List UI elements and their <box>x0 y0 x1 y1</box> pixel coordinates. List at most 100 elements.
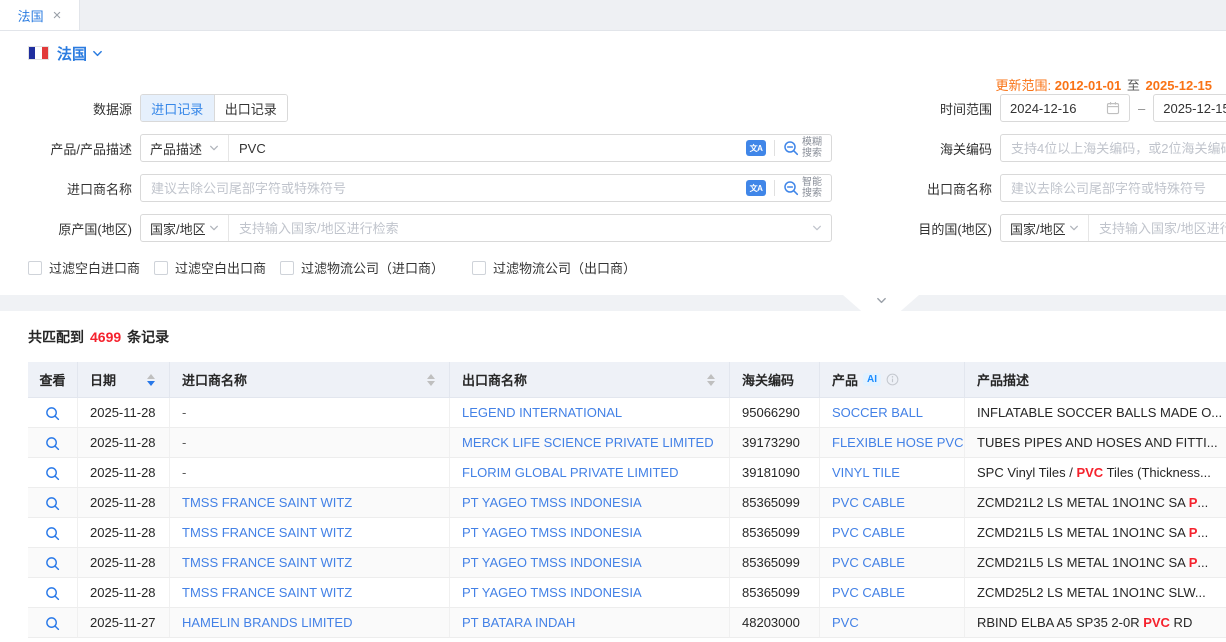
smart-search-button[interactable]: 智能搜索 <box>783 177 831 199</box>
view-cell <box>28 518 78 548</box>
search-icon <box>783 180 799 196</box>
close-icon[interactable]: × <box>53 8 62 23</box>
country-selector[interactable]: 法国 <box>57 43 87 64</box>
destination-type-select[interactable]: 国家/地区 <box>1001 215 1089 241</box>
tab-france[interactable]: 法国 × <box>0 0 80 30</box>
view-record-button[interactable] <box>45 616 60 631</box>
col-description: 产品描述 <box>965 362 1226 398</box>
exporter-link[interactable]: PT YAGEO TMSS INDONESIA <box>462 495 642 510</box>
product-link[interactable]: PVC CABLE <box>832 525 905 540</box>
product-link[interactable]: FLEXIBLE HOSE PVC <box>832 435 964 450</box>
tab-import-records[interactable]: 进口记录 <box>141 95 214 121</box>
table-row: 2025-11-28 TMSS FRANCE SAINT WITZ PT YAG… <box>28 518 1226 548</box>
collapse-handle[interactable] <box>843 295 919 311</box>
importer-name-input[interactable] <box>141 176 746 200</box>
product-link[interactable]: PVC CABLE <box>832 585 905 600</box>
table-row: 2025-11-28 - MERCK LIFE SCIENCE PRIVATE … <box>28 428 1226 458</box>
importer-link[interactable]: TMSS FRANCE SAINT WITZ <box>182 585 352 600</box>
view-record-button[interactable] <box>45 496 60 511</box>
product-link[interactable]: PVC <box>832 615 859 630</box>
product-description: ZCMD21L5 LS METAL 1NO1NC SA P... <box>965 548 1226 578</box>
checkbox-filter-logistics-importer[interactable]: 过滤物流公司（进口商） <box>280 258 444 277</box>
exporter-link[interactable]: LEGEND INTERNATIONAL <box>462 405 622 420</box>
hs-code-input[interactable] <box>1000 134 1226 162</box>
product-description: ZCMD21L2 LS METAL 1NO1NC SA P... <box>965 488 1226 518</box>
importer-link: - <box>182 405 186 420</box>
chevron-down-icon[interactable] <box>92 48 103 59</box>
tab-export-records[interactable]: 出口记录 <box>214 95 288 121</box>
product-search-input[interactable] <box>229 136 746 160</box>
translate-icon[interactable]: 文A <box>746 180 766 196</box>
table-row: 2025-11-28 - FLORIM GLOBAL PRIVATE LIMIT… <box>28 458 1226 488</box>
view-record-button[interactable] <box>45 406 60 421</box>
magnifier-icon <box>45 496 60 511</box>
checkbox-filter-logistics-exporter[interactable]: 过滤物流公司（出口商） <box>472 258 636 277</box>
checkbox-icon <box>472 261 486 275</box>
sort-button-exporter[interactable] <box>705 372 717 388</box>
importer-link[interactable]: TMSS FRANCE SAINT WITZ <box>182 555 352 570</box>
magnifier-icon <box>45 526 60 541</box>
divider <box>774 180 775 196</box>
results-panel: 共匹配到4699条记录 查看 日期 进口商名称 <box>0 311 1226 642</box>
magnifier-icon <box>45 436 60 451</box>
exporter-link[interactable]: PT YAGEO TMSS INDONESIA <box>462 585 642 600</box>
product-field-select[interactable]: 产品描述 <box>141 135 229 161</box>
origin-country-input[interactable] <box>229 216 812 240</box>
filter-checkboxes: 过滤空白进口商 过滤空白出口商 过滤物流公司（进口商） 过滤物流公司（出口商） <box>0 258 1226 277</box>
exporter-link[interactable]: PT YAGEO TMSS INDONESIA <box>462 555 642 570</box>
filter-panel: 法国 更新范围: 2012-01-01 至 2025-12-15 数据源 进口记… <box>0 31 1226 295</box>
exporter-link[interactable]: FLORIM GLOBAL PRIVATE LIMITED <box>462 465 678 480</box>
ai-badge: AI <box>863 373 881 386</box>
time-range-label: 时间范围 <box>832 99 1000 118</box>
translate-icon[interactable]: 文A <box>746 140 766 156</box>
checkbox-filter-blank-importer[interactable]: 过滤空白进口商 <box>28 258 140 277</box>
destination-label: 目的国(地区) <box>832 219 1000 238</box>
sort-button-importer[interactable] <box>425 372 437 388</box>
destination-country-input[interactable] <box>1089 216 1226 240</box>
hs-code: 85365099 <box>742 555 800 570</box>
exporter-name-input[interactable] <box>1000 174 1226 202</box>
exporter-label: 出口商名称 <box>832 179 1000 198</box>
info-icon[interactable] <box>886 373 899 386</box>
view-cell <box>28 488 78 518</box>
product-link[interactable]: PVC CABLE <box>832 495 905 510</box>
record-date: 2025-11-28 <box>90 405 156 420</box>
importer-link[interactable]: HAMELIN BRANDS LIMITED <box>182 615 352 630</box>
importer-link[interactable]: TMSS FRANCE SAINT WITZ <box>182 495 352 510</box>
product-description: TUBES PIPES AND HOSES AND FITTI... <box>965 428 1226 458</box>
col-importer: 进口商名称 <box>170 362 450 398</box>
date-from-input[interactable]: 2024-12-16 <box>1000 94 1130 122</box>
chevron-down-icon <box>876 295 887 306</box>
product-description: SPC Vinyl Tiles / PVC Tiles (Thickness..… <box>965 458 1226 488</box>
chevron-down-icon <box>1069 223 1079 233</box>
view-record-button[interactable] <box>45 556 60 571</box>
checkbox-filter-blank-exporter[interactable]: 过滤空白出口商 <box>154 258 266 277</box>
view-cell <box>28 608 78 638</box>
record-date: 2025-11-28 <box>90 495 156 510</box>
record-date: 2025-11-28 <box>90 525 156 540</box>
view-record-button[interactable] <box>45 436 60 451</box>
chevron-down-icon <box>209 223 219 233</box>
view-record-button[interactable] <box>45 526 60 541</box>
hs-code: 85365099 <box>742 585 800 600</box>
origin-type-select[interactable]: 国家/地区 <box>141 215 229 241</box>
sort-button-date[interactable] <box>145 372 157 388</box>
hs-code: 85365099 <box>742 525 800 540</box>
exporter-link[interactable]: PT YAGEO TMSS INDONESIA <box>462 525 642 540</box>
magnifier-icon <box>45 586 60 601</box>
magnifier-icon <box>45 556 60 571</box>
fuzzy-search-button[interactable]: 模糊搜索 <box>783 137 831 159</box>
checkbox-icon <box>280 261 294 275</box>
importer-link[interactable]: TMSS FRANCE SAINT WITZ <box>182 525 352 540</box>
col-view: 查看 <box>28 362 78 398</box>
checkbox-icon <box>154 261 168 275</box>
product-link[interactable]: SOCCER BALL <box>832 405 923 420</box>
exporter-link[interactable]: PT BATARA INDAH <box>462 615 575 630</box>
col-hs-code: 海关编码 <box>730 362 820 398</box>
view-record-button[interactable] <box>45 466 60 481</box>
product-link[interactable]: PVC CABLE <box>832 555 905 570</box>
date-to-input[interactable]: 2025-12-15 <box>1153 94 1226 122</box>
product-link[interactable]: VINYL TILE <box>832 465 900 480</box>
exporter-link[interactable]: MERCK LIFE SCIENCE PRIVATE LIMITED <box>462 435 714 450</box>
view-record-button[interactable] <box>45 586 60 601</box>
